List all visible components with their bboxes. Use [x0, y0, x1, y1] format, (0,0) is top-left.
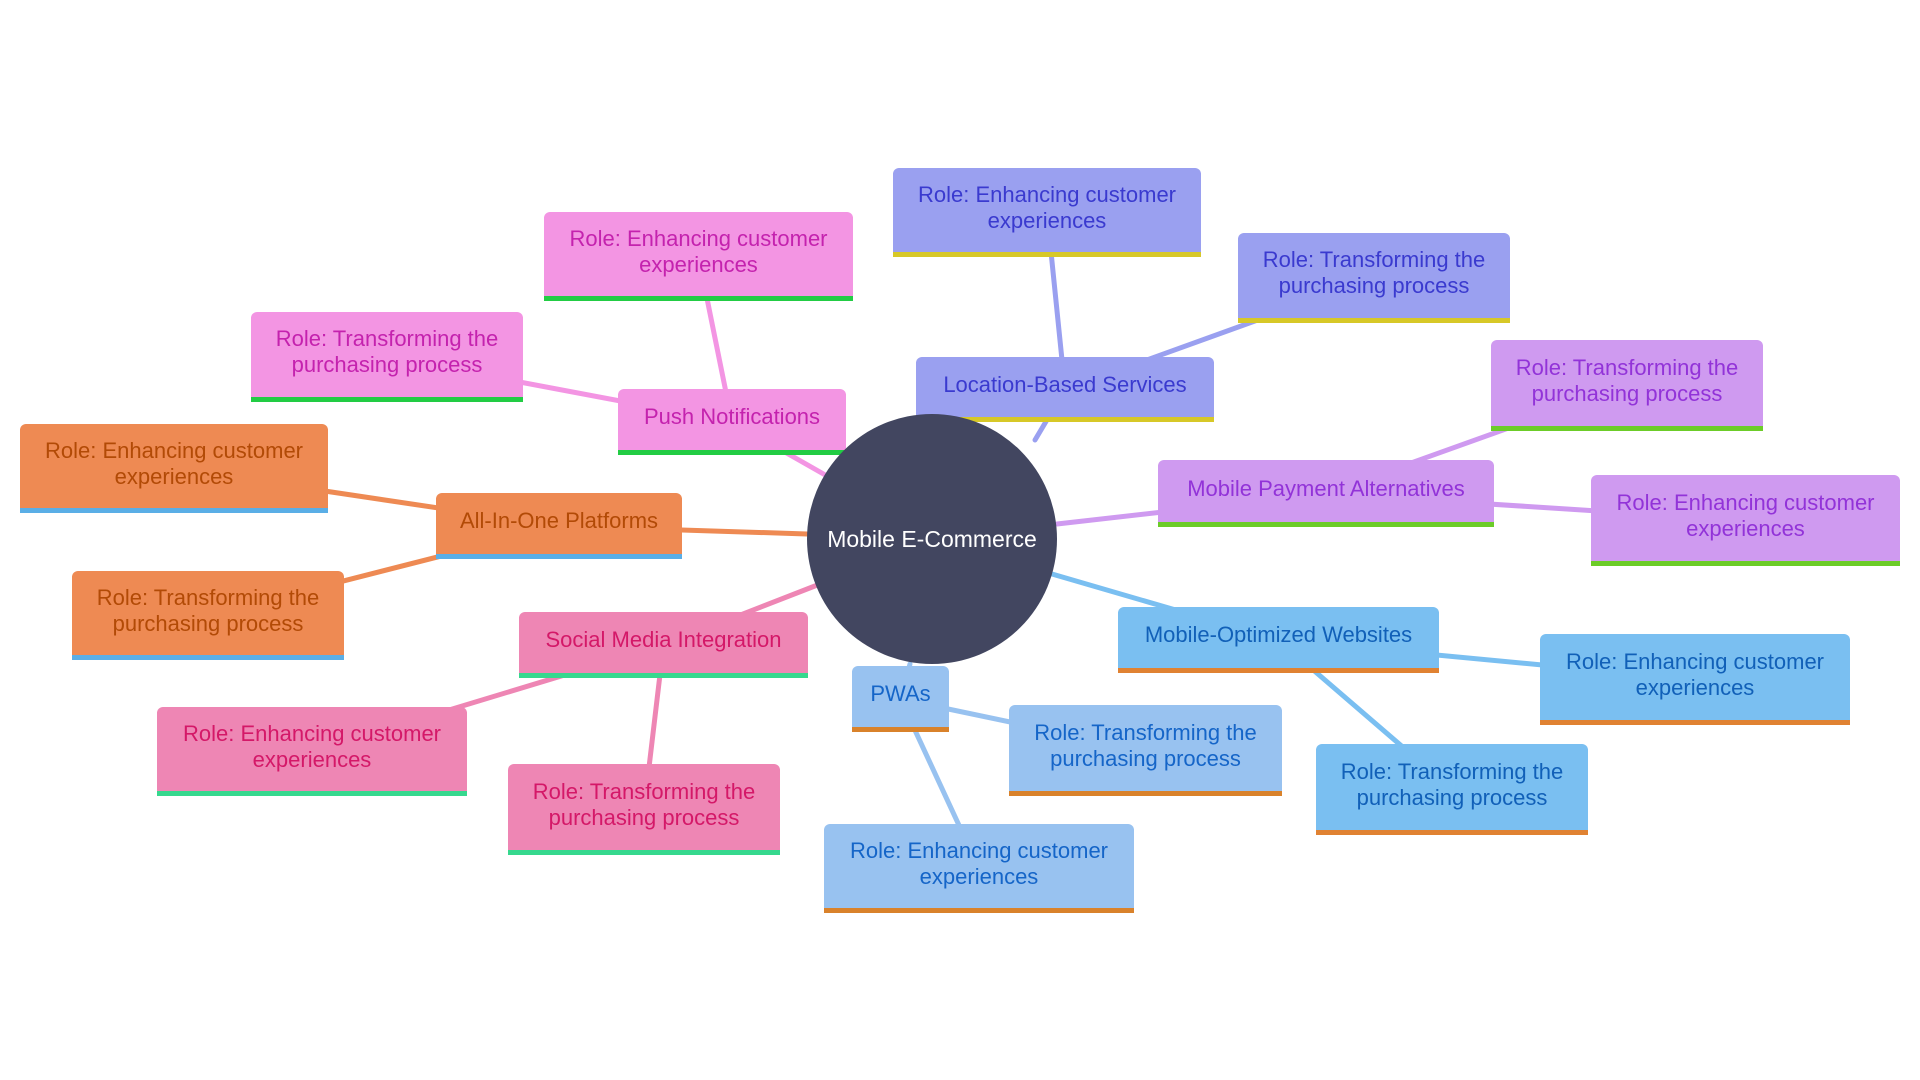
leaf-node-push-0-label: Role: Enhancing customer experiences	[569, 225, 828, 277]
branch-node-mobileopt[interactable]: Mobile-Optimized Websites	[1118, 607, 1439, 673]
leaf-node-payment-0[interactable]: Role: Transforming the purchasing proces…	[1491, 340, 1763, 431]
leaf-node-push-1-label: Role: Transforming the purchasing proces…	[275, 326, 499, 377]
leaf-node-payment-1-label: Role: Enhancing customer experiences	[1616, 489, 1875, 541]
branch-node-allinone-label: All-In-One Platforms	[459, 508, 659, 533]
leaf-node-location-1[interactable]: Role: Transforming the purchasing proces…	[1238, 233, 1510, 323]
leaf-node-push-1[interactable]: Role: Transforming the purchasing proces…	[251, 312, 523, 402]
leaf-node-location-1-label: Role: Transforming the purchasing proces…	[1262, 247, 1486, 298]
leaf-node-payment-0-label: Role: Transforming the purchasing proces…	[1515, 354, 1739, 406]
branch-node-location-label: Location-Based Services	[943, 371, 1187, 397]
branch-node-mobileopt-label: Mobile-Optimized Websites	[1144, 622, 1413, 647]
leaf-node-allinone-1-label: Role: Transforming the purchasing proces…	[96, 584, 320, 636]
branch-node-social-label: Social Media Integration	[545, 627, 782, 652]
leaf-node-social-0[interactable]: Role: Enhancing customer experiences	[157, 707, 467, 796]
branch-node-social[interactable]: Social Media Integration	[519, 612, 808, 678]
leaf-node-mobileopt-1-label: Role: Transforming the purchasing proces…	[1340, 758, 1564, 810]
leaf-node-pwas-0-label: Role: Transforming the purchasing proces…	[1034, 719, 1257, 771]
leaf-node-social-0-label: Role: Enhancing customer experiences	[182, 720, 442, 772]
branch-node-pwas[interactable]: PWAs	[852, 666, 949, 732]
branch-node-push[interactable]: Push Notifications	[618, 389, 846, 455]
leaf-node-allinone-0-label: Role: Enhancing customer experiences	[44, 437, 304, 489]
leaf-node-payment-1[interactable]: Role: Enhancing customer experiences	[1591, 475, 1900, 566]
central-topic-node[interactable]: Mobile E-Commerce	[807, 414, 1057, 664]
central-topic-label: Mobile E-Commerce	[827, 525, 1037, 552]
leaf-node-social-1-label: Role: Transforming the purchasing proces…	[532, 778, 756, 830]
branch-node-payment-label: Mobile Payment Alternatives	[1187, 475, 1465, 501]
leaf-node-location-0-label: Role: Enhancing customer experiences	[917, 181, 1177, 233]
leaf-node-mobileopt-0-label: Role: Enhancing customer experiences	[1565, 648, 1825, 700]
branch-node-payment[interactable]: Mobile Payment Alternatives	[1158, 460, 1494, 527]
leaf-node-mobileopt-1[interactable]: Role: Transforming the purchasing proces…	[1316, 744, 1588, 835]
leaf-node-pwas-0[interactable]: Role: Transforming the purchasing proces…	[1009, 705, 1282, 796]
branch-node-location[interactable]: Location-Based Services	[916, 357, 1214, 422]
leaf-node-push-0[interactable]: Role: Enhancing customer experiences	[544, 212, 853, 301]
branch-node-push-label: Push Notifications	[643, 404, 821, 429]
branch-node-pwas-label: PWAs	[870, 681, 931, 706]
leaf-node-social-1[interactable]: Role: Transforming the purchasing proces…	[508, 764, 780, 855]
leaf-node-allinone-1[interactable]: Role: Transforming the purchasing proces…	[72, 571, 344, 660]
leaf-node-allinone-0[interactable]: Role: Enhancing customer experiences	[20, 424, 328, 513]
leaf-node-location-0[interactable]: Role: Enhancing customer experiences	[893, 168, 1201, 257]
leaf-node-mobileopt-0[interactable]: Role: Enhancing customer experiences	[1540, 634, 1850, 725]
leaf-node-pwas-1[interactable]: Role: Enhancing customer experiences	[824, 824, 1134, 913]
branch-node-allinone[interactable]: All-In-One Platforms	[436, 493, 682, 559]
leaf-node-pwas-1-label: Role: Enhancing customer experiences	[849, 837, 1109, 889]
